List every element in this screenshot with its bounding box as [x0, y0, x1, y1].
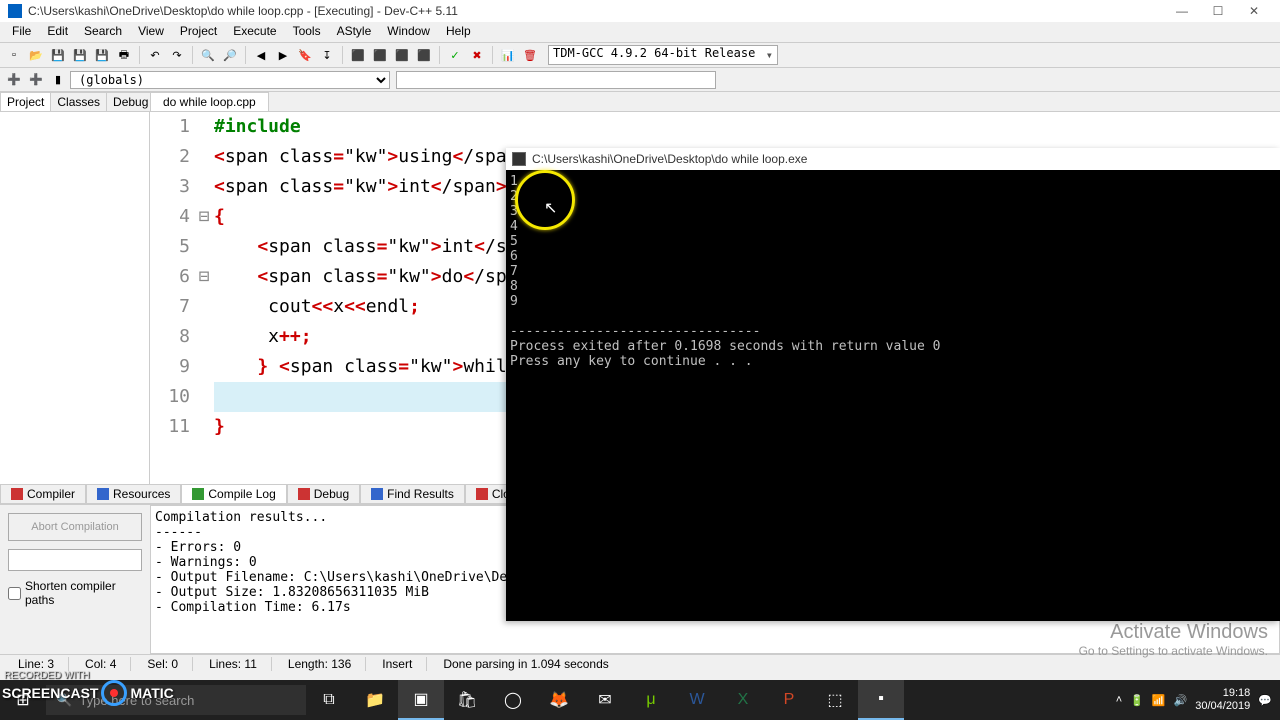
menu-window[interactable]: Window: [379, 22, 438, 42]
find-icon[interactable]: 🔍: [198, 45, 218, 65]
store-icon[interactable]: 🛍: [444, 680, 490, 720]
symbol-select[interactable]: [396, 71, 716, 89]
minimize-button[interactable]: —: [1164, 0, 1200, 22]
editor-tab[interactable]: do while loop.cpp: [150, 92, 269, 111]
devcpp-taskbar-icon[interactable]: ▣: [398, 680, 444, 720]
compile-icon[interactable]: ⬛: [348, 45, 368, 65]
globals-select[interactable]: (globals): [70, 71, 390, 89]
clean-icon[interactable]: 🗑: [520, 45, 540, 65]
goto-icon[interactable]: ↧: [317, 45, 337, 65]
screencast-watermark: SCREENCAST MATIC: [2, 680, 174, 706]
output-tab-resources[interactable]: Resources: [86, 485, 181, 504]
taskbar-clock[interactable]: 19:18 30/04/2019: [1195, 687, 1250, 713]
left-tab-classes[interactable]: Classes: [50, 92, 107, 111]
activate-windows-watermark: Activate Windows Go to Settings to activ…: [1079, 621, 1268, 658]
left-tab-project[interactable]: Project: [0, 92, 51, 111]
recorded-with-label: RECORDED WITH: [4, 670, 90, 681]
title-bar: C:\Users\kashi\OneDrive\Desktop\do while…: [0, 0, 1280, 22]
nav-back-icon[interactable]: ◀: [251, 45, 271, 65]
console-window[interactable]: C:\Users\kashi\OneDrive\Desktop\do while…: [506, 148, 1280, 621]
word-icon[interactable]: W: [674, 680, 720, 720]
console-title-bar: C:\Users\kashi\OneDrive\Desktop\do while…: [506, 148, 1280, 170]
menu-help[interactable]: Help: [438, 22, 479, 42]
cmd-taskbar-icon[interactable]: ▪: [858, 680, 904, 720]
new-class-icon[interactable]: ➕: [4, 70, 24, 90]
menu-file[interactable]: File: [4, 22, 39, 42]
output-tab-compile-log[interactable]: Compile Log: [181, 485, 286, 504]
window-title: C:\Users\kashi\OneDrive\Desktop\do while…: [28, 4, 458, 18]
notifications-icon[interactable]: 💬: [1258, 694, 1272, 707]
status-line: Line: 3: [4, 657, 69, 671]
menu-project[interactable]: Project: [172, 22, 225, 42]
output-tab-find-results[interactable]: Find Results: [360, 485, 465, 504]
utorrent-icon[interactable]: μ: [628, 680, 674, 720]
menu-astyle[interactable]: AStyle: [329, 22, 380, 42]
save-icon[interactable]: 💾: [48, 45, 68, 65]
replace-icon[interactable]: 🔎: [220, 45, 240, 65]
status-length: Length: 136: [274, 657, 366, 671]
toggle-icon[interactable]: ▮: [48, 70, 68, 90]
console-output: 1 2 3 4 5 6 7 8 9 ----------------------…: [506, 170, 1280, 373]
nav-fwd-icon[interactable]: ▶: [273, 45, 293, 65]
menu-bar: FileEditSearchViewProjectExecuteToolsASt…: [0, 22, 1280, 42]
left-tab-debug[interactable]: Debug: [106, 92, 155, 111]
status-parse: Done parsing in 1.094 seconds: [429, 657, 622, 671]
console-icon: [512, 152, 526, 166]
save-as-icon[interactable]: 💾: [92, 45, 112, 65]
mail-icon[interactable]: ✉: [582, 680, 628, 720]
editor-tabs: do while loop.cpp: [150, 92, 1280, 112]
main-toolbar: ▫ 📂 💾 💾 💾 🖶 ↶ ↷ 🔍 🔎 ◀ ▶ 🔖 ↧ ⬛ ⬛ ⬛ ⬛ ✓ ✖ …: [0, 42, 1280, 68]
undo-icon[interactable]: ↶: [145, 45, 165, 65]
status-insert: Insert: [368, 657, 427, 671]
maximize-button[interactable]: ☐: [1200, 0, 1236, 22]
rebuild-icon[interactable]: ⬛: [414, 45, 434, 65]
redo-icon[interactable]: ↷: [167, 45, 187, 65]
excel-icon[interactable]: X: [720, 680, 766, 720]
debug-icon[interactable]: ✓: [445, 45, 465, 65]
firefox-icon[interactable]: 🦊: [536, 680, 582, 720]
tray-up-icon[interactable]: ˄: [1116, 694, 1122, 706]
bookmark-icon[interactable]: 🔖: [295, 45, 315, 65]
secondary-toolbar: ➕ ➕ ▮ (globals): [0, 68, 1280, 92]
tray-volume-icon[interactable]: 🔊: [1174, 694, 1188, 707]
chrome-icon[interactable]: ◯: [490, 680, 536, 720]
compiler-filter-input[interactable]: [8, 549, 142, 571]
taskbar: ⊞ 🔍 Type here to search ⧉ 📁 ▣ 🛍 ◯ 🦊 ✉ μ …: [0, 680, 1280, 720]
tray-battery-icon[interactable]: 🔋: [1130, 694, 1144, 707]
close-button[interactable]: ✕: [1236, 0, 1272, 22]
powerpoint-icon[interactable]: P: [766, 680, 812, 720]
profile-icon[interactable]: 📊: [498, 45, 518, 65]
insert-icon[interactable]: ➕: [26, 70, 46, 90]
class-browser: ProjectClassesDebug: [0, 92, 150, 484]
shorten-paths-checkbox[interactable]: Shorten compiler paths: [8, 579, 142, 607]
new-icon[interactable]: ▫: [4, 45, 24, 65]
app-icon: [8, 4, 22, 18]
status-sel: Sel: 0: [133, 657, 193, 671]
screenrec-icon[interactable]: ⬚: [812, 680, 858, 720]
menu-search[interactable]: Search: [76, 22, 130, 42]
compile-run-icon[interactable]: ⬛: [392, 45, 412, 65]
stop-icon[interactable]: ✖: [467, 45, 487, 65]
output-tab-debug[interactable]: Debug: [287, 485, 360, 504]
print-icon[interactable]: 🖶: [114, 45, 134, 65]
status-lines: Lines: 11: [195, 657, 272, 671]
open-icon[interactable]: 📂: [26, 45, 46, 65]
file-explorer-icon[interactable]: 📁: [352, 680, 398, 720]
output-tab-compiler[interactable]: Compiler: [0, 485, 86, 504]
menu-execute[interactable]: Execute: [225, 22, 284, 42]
save-all-icon[interactable]: 💾: [70, 45, 90, 65]
abort-compilation-button[interactable]: Abort Compilation: [8, 513, 142, 541]
menu-tools[interactable]: Tools: [285, 22, 329, 42]
tray-wifi-icon[interactable]: 📶: [1152, 694, 1166, 707]
run-icon[interactable]: ⬛: [370, 45, 390, 65]
compiler-select[interactable]: TDM-GCC 4.9.2 64-bit Release: [548, 45, 778, 65]
task-view-icon[interactable]: ⧉: [306, 680, 352, 720]
console-title-text: C:\Users\kashi\OneDrive\Desktop\do while…: [532, 152, 807, 166]
menu-view[interactable]: View: [130, 22, 172, 42]
menu-edit[interactable]: Edit: [39, 22, 76, 42]
status-col: Col: 4: [71, 657, 131, 671]
